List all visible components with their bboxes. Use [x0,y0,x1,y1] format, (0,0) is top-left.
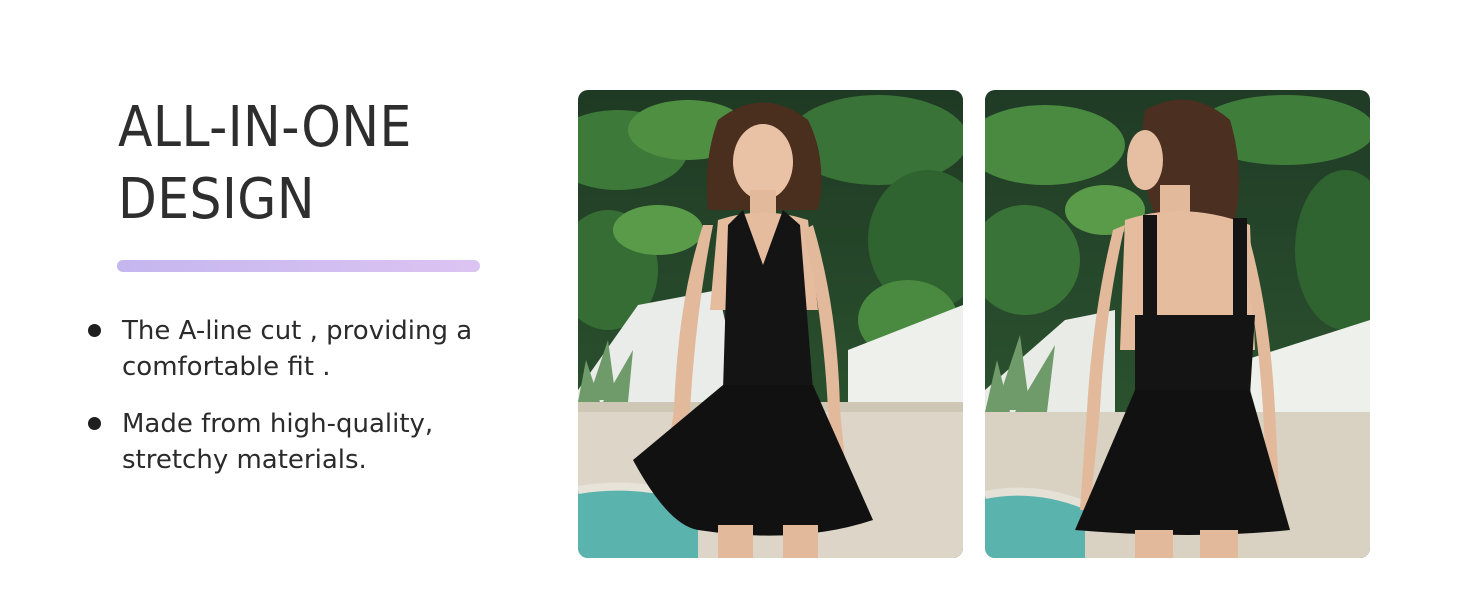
title-line-2: DESIGN [118,167,315,232]
bullet-dot-icon [88,417,101,430]
feature-list: The A-line cut , providing a comfortable… [86,313,526,499]
feature-text-line: Made from high-quality, [122,409,434,439]
front-view-photo [578,90,963,558]
page-title: ALL-IN-ONE DESIGN [118,92,496,236]
feature-item: Made from high-quality, stretchy materia… [86,406,526,478]
back-view-photo [985,90,1370,558]
back-view-illustration [985,90,1370,558]
feature-text-line: The A-line cut , providing a [122,316,473,346]
title-line-1: ALL-IN-ONE [118,95,412,160]
feature-text-line: comfortable fit . [122,352,331,382]
bullet-dot-icon [88,324,101,337]
feature-item: The A-line cut , providing a comfortable… [86,313,526,385]
feature-text-line: stretchy materials. [122,445,367,475]
accent-divider [117,260,480,272]
front-view-illustration [578,90,963,558]
